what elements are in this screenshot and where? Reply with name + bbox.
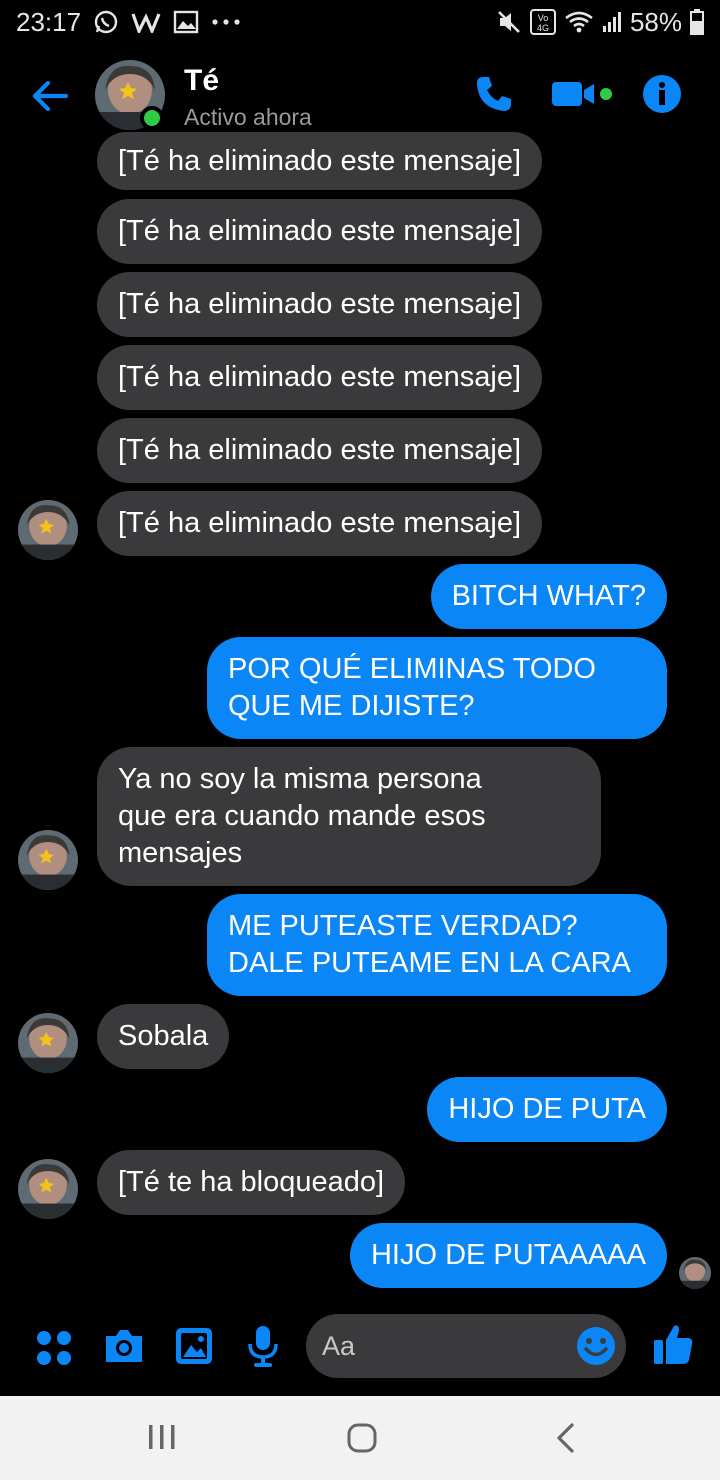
message-line: Ya no soy la misma persona [118,763,482,795]
sender-avatar[interactable] [18,1159,78,1219]
message-bubble-incoming[interactable]: Ya no soy la misma persona que era cuand… [97,747,601,886]
contact-status: Activo ahora [184,104,312,130]
gallery-icon [173,10,199,34]
sender-avatar[interactable] [18,1013,78,1073]
message-bubble-outgoing[interactable]: POR QUÉ ELIMINAS TODO QUE ME DIJISTE? [207,637,667,739]
more-dots-icon [211,17,241,27]
camera-icon[interactable] [102,1326,146,1371]
battery-percent: 58% [629,6,682,37]
message-bubble-incoming[interactable]: [Té ha eliminado este mensaje] [97,345,542,410]
svg-text:4G: 4G [537,23,549,33]
message-bubble-incoming[interactable]: [Té ha eliminado este mensaje] [97,491,542,556]
message-input[interactable] [322,1314,572,1378]
message-line: ME PUTEASTE VERDAD? [228,910,578,942]
message-bubble-outgoing[interactable]: ME PUTEASTE VERDAD? DALE PUTEAME EN LA C… [207,894,667,996]
message-bubble-incoming[interactable]: [Té ha eliminado este mensaje] [97,199,542,264]
volte-4g-icon: Vo 4G [529,9,556,35]
message-line: POR QUÉ ELIMINAS TODO [228,653,596,685]
thumbs-up-icon[interactable] [652,1322,694,1371]
sender-avatar[interactable] [18,500,78,560]
svg-text:Vo: Vo [538,13,549,23]
emoji-icon[interactable] [576,1326,616,1371]
message-composer [0,1302,720,1394]
system-navigation-bar [0,1396,720,1480]
message-bubble-incoming[interactable]: Sobala [97,1004,230,1069]
message-bubble-outgoing[interactable]: BITCH WHAT? [430,564,667,629]
back-arrow-icon[interactable] [28,74,72,118]
message-bubble-incoming[interactable]: [Té ha eliminado este mensaje] [97,132,542,190]
message-line: mensajes [118,837,243,869]
apps-grid-icon[interactable] [34,1328,74,1373]
contact-name[interactable]: Té [184,64,219,98]
online-status-dot [140,106,164,130]
message-input-container [306,1314,626,1378]
mute-icon [496,9,522,35]
wifi-icon [564,10,594,34]
status-time: 23:17 [16,6,82,37]
sender-avatar[interactable] [18,830,78,890]
home-icon[interactable] [346,1422,378,1459]
conversation-header: Té Activo ahora [0,52,720,142]
phone-call-icon[interactable] [474,74,514,119]
signal-icon [602,10,622,34]
recent-apps-icon[interactable] [146,1422,178,1457]
message-bubble-outgoing[interactable]: HIJO DE PUTA [427,1077,667,1142]
seen-receipt-avatar [679,1257,711,1289]
message-bubble-incoming[interactable]: [Té ha eliminado este mensaje] [97,272,542,337]
video-call-icon[interactable] [550,74,614,119]
message-line: DALE PUTEAME EN LA CARA [228,947,631,979]
status-bar: 23:17 Vo 4G 58% [0,0,720,44]
message-bubble-incoming[interactable]: [Té te ha bloqueado] [97,1150,406,1215]
message-line: QUE ME DIJISTE? [228,690,475,722]
wordpress-icon [131,11,161,33]
image-icon[interactable] [174,1326,214,1371]
message-line: que era cuando mande esos [118,800,486,832]
microphone-icon[interactable] [246,1324,280,1373]
info-icon[interactable] [642,74,682,119]
battery-icon [690,9,704,35]
back-icon[interactable] [552,1422,580,1459]
message-bubble-incoming[interactable]: [Té ha eliminado este mensaje] [97,418,542,483]
whatsapp-icon [93,9,119,35]
message-bubble-outgoing[interactable]: HIJO DE PUTAAAAA [349,1223,667,1288]
